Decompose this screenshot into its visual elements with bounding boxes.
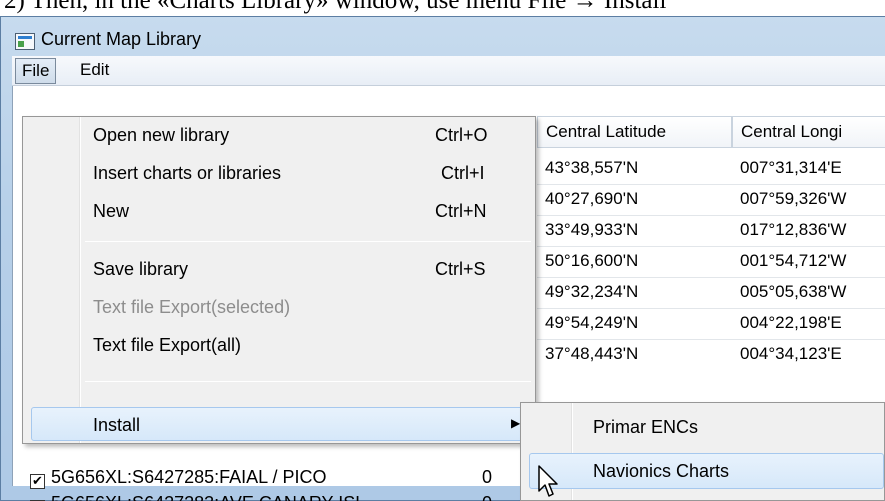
table-cell-lon: 004°34,123'E: [740, 344, 842, 363]
menu-separator: [85, 241, 531, 242]
row-divider: [537, 184, 885, 185]
instruction-caption: 2) Then, in the «Charts Library» window,…: [4, 0, 667, 14]
table-cell-lon: 005°05,638'W: [740, 282, 847, 301]
shortcut-save: Ctrl+S: [435, 259, 486, 279]
mouse-cursor-icon: [538, 465, 558, 497]
checkbox[interactable]: ✔: [30, 474, 45, 489]
menu-item-navionics-charts[interactable]: Navionics Charts: [593, 461, 729, 482]
row-divider: [537, 215, 885, 216]
menu-item-open-new-library[interactable]: Open new library: [93, 125, 229, 146]
column-header-central-latitude[interactable]: Central Latitude: [537, 116, 732, 148]
menu-item-text-export-selected: Text file Export(selected): [93, 297, 291, 317]
table-cell-lon: 004°22,198'E: [740, 313, 842, 332]
row-divider: [537, 308, 885, 309]
table-cell-lat: 49°32,234'N: [545, 282, 639, 301]
row-divider: [537, 246, 885, 247]
table-cell-lat: 40°27,690'N: [545, 189, 639, 208]
table-cell-lat: 50°16,600'N: [545, 251, 639, 270]
shortcut-open: Ctrl+O: [435, 125, 488, 145]
shortcut-new: Ctrl+N: [435, 201, 487, 221]
submenu-arrow-icon: ▶: [511, 416, 521, 430]
list-item-count: 0: [482, 467, 493, 487]
table-cell-lon: 007°59,326'W: [740, 189, 847, 208]
list-item-count: 0: [482, 493, 492, 501]
table-cell-lat: 37°48,443'N: [545, 344, 639, 363]
menu-item-insert-charts[interactable]: Insert charts or libraries: [93, 163, 281, 184]
row-divider: [537, 277, 885, 278]
table-cell-lat: 33°49,933'N: [545, 220, 639, 239]
row-divider: [537, 339, 885, 340]
table-cell-lat: 49°54,249'N: [545, 313, 639, 332]
app-icon: [15, 33, 35, 50]
install-submenu: Primar ENCs Navionics Charts: [520, 402, 885, 501]
table-cell-lon: 001°54,712'W: [740, 251, 847, 270]
menu-file[interactable]: File: [15, 58, 57, 84]
table-cell-lat: 43°38,557'N: [545, 158, 639, 177]
list-item-label: 5G656XL:S6427283:AVE CANARY ISL: [51, 493, 365, 501]
menu-item-text-export-all[interactable]: Text file Export(all): [93, 335, 241, 356]
menu-bar: File Edit: [12, 56, 885, 86]
menu-item-primar-encs[interactable]: Primar ENCs: [593, 417, 698, 438]
table-cell-lon: 007°31,314'E: [740, 158, 842, 177]
shortcut-insert: Ctrl+I: [441, 163, 485, 183]
list-item[interactable]: ✔5G656XL:S6427283:AVE CANARY ISL: [30, 493, 365, 501]
menu-item-install[interactable]: Install: [93, 415, 140, 436]
menu-separator: [85, 381, 531, 382]
menu-item-new[interactable]: New: [93, 201, 129, 222]
column-header-central-longitude[interactable]: Central Longi: [732, 116, 885, 148]
table-cell-lon: 017°12,836'W: [740, 220, 847, 239]
window-title: Current Map Library: [41, 29, 202, 49]
file-menu-dropdown: Open new library Ctrl+O Insert charts or…: [22, 116, 536, 444]
list-item[interactable]: ✔ 5G656XL:S6427285:FAIAL / PICO: [30, 467, 327, 489]
menu-edit[interactable]: Edit: [74, 58, 115, 84]
menu-item-save-library[interactable]: Save library: [93, 259, 188, 280]
list-item-label: 5G656XL:S6427285:FAIAL / PICO: [51, 467, 327, 487]
